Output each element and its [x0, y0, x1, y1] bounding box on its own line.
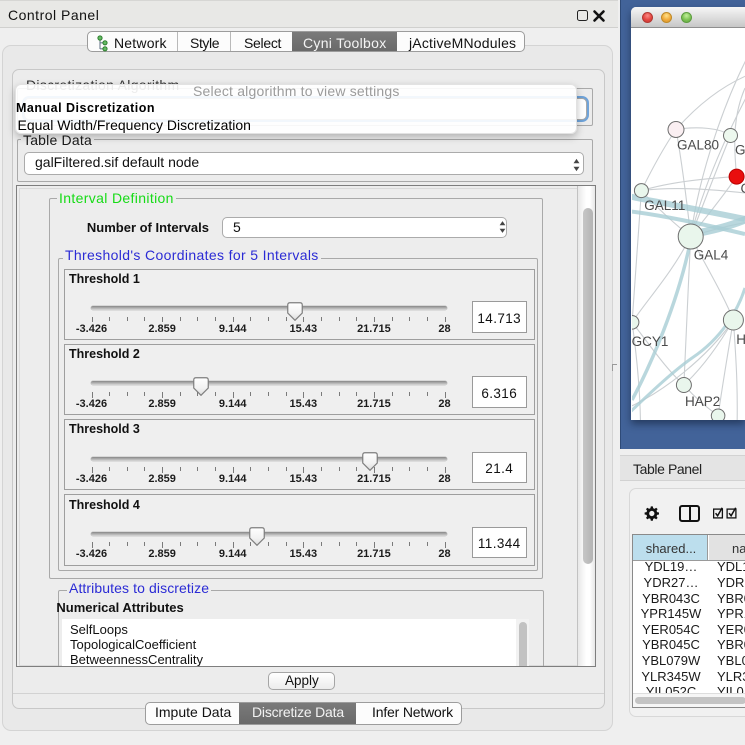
svg-text:G: G [741, 181, 745, 196]
svg-text:GAL4: GAL4 [694, 247, 729, 262]
svg-text:GAL11: GAL11 [644, 198, 685, 213]
svg-text:H: H [736, 332, 745, 347]
svg-text:GAL80: GAL80 [677, 138, 719, 153]
svg-text:GCY1: GCY1 [632, 334, 668, 349]
svg-text:GA: GA [735, 142, 745, 157]
svg-text:HAP2: HAP2 [685, 394, 720, 409]
